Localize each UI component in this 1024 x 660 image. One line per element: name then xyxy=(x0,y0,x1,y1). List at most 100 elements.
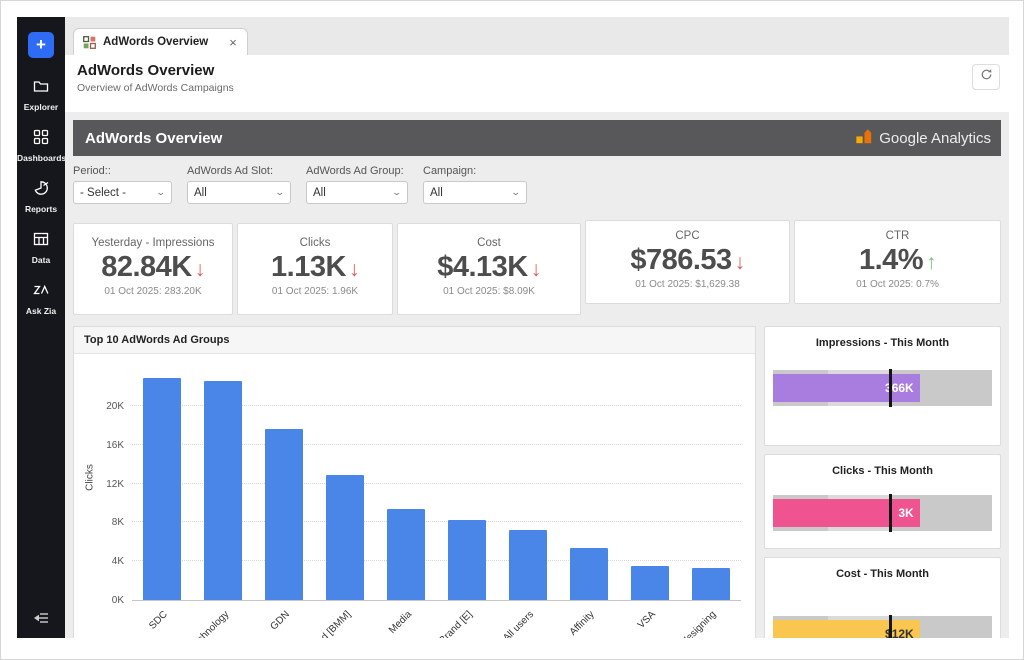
page-subtitle: Overview of AdWords Campaigns xyxy=(77,82,997,94)
chevron-down-icon: ⌄ xyxy=(511,187,522,198)
kpi-title: Cost xyxy=(398,237,580,249)
bar-chart-title: Top 10 AdWords Ad Groups xyxy=(74,327,755,354)
filter-adwords-ad-group: AdWords Ad Group: All ⌄ xyxy=(306,165,408,209)
create-new-button[interactable]: + xyxy=(28,32,54,58)
refresh-button[interactable] xyxy=(972,64,1000,90)
filter-period: Period::- Select -⌄ xyxy=(73,165,172,209)
bar-slot-sdc: SDC xyxy=(132,354,193,600)
y-axis-label: Clicks xyxy=(85,458,96,498)
filter-select-adwords-ad-slot[interactable]: All⌄ xyxy=(187,181,291,204)
zia-icon xyxy=(33,285,49,302)
bullet-value-label: 3K xyxy=(898,506,913,520)
bar-redesigning[interactable] xyxy=(692,568,730,600)
kpi-title: CPC xyxy=(586,230,789,242)
filter-select-adwords-ad-group[interactable]: All ⌄ xyxy=(306,181,408,204)
trend-down-icon: ↓ xyxy=(195,258,205,281)
kpi-title: Yesterday - Impressions xyxy=(74,237,232,249)
kpi-title: CTR xyxy=(795,230,1000,242)
filter-select-period[interactable]: - Select -⌄ xyxy=(73,181,172,204)
y-tick-label: 4K xyxy=(90,556,124,567)
dashboard-tile-icon xyxy=(83,36,96,49)
sidebar-item-label: Explorer xyxy=(17,102,65,112)
bullet-widgets-column: Impressions - This Month 366K Clicks - Thi… xyxy=(764,326,1001,638)
bar-affinity[interactable] xyxy=(570,548,608,600)
bullet-widget-title: Clicks - This Month xyxy=(765,465,1000,477)
kpi-card-clicks: Clicks1.13K↓01 Oct 2025: 1.96K xyxy=(237,223,393,315)
bar-merchandise-brand-bmm[interactable] xyxy=(326,475,364,600)
x-axis-label: Technology xyxy=(188,609,232,638)
sidebar-item-explorer[interactable]: Explorer xyxy=(17,78,65,112)
app-window: + Explorer Dashboards Reports Data Ask Zia A… xyxy=(17,17,1009,638)
bullet-widget-cost-this-month: Cost - This Month $12K xyxy=(764,557,1001,638)
bullet-value-bar[interactable]: 3K xyxy=(773,499,920,527)
x-axis-label: SDC xyxy=(148,609,171,632)
tab-close-icon[interactable]: × xyxy=(229,35,237,50)
kpi-row: Yesterday - Impressions82.84K↓01 Oct 202… xyxy=(73,220,1001,315)
widgets-row: Top 10 AdWords Ad Groups Clicks 0K4K8K12… xyxy=(73,326,1001,638)
table-icon xyxy=(33,234,49,251)
tab-adwords-overview[interactable]: AdWords Overview × xyxy=(73,28,248,55)
bar-sdc[interactable] xyxy=(143,378,181,600)
sidebar-item-label: Dashboards xyxy=(17,153,65,163)
y-tick-label: 16K xyxy=(90,440,124,451)
y-tick-label: 20K xyxy=(90,401,124,412)
sidebar-item-label: Data xyxy=(17,255,65,265)
bar-media[interactable] xyxy=(387,509,425,600)
bullet-track: 366K xyxy=(773,370,992,406)
bullet-value-bar[interactable]: 366K xyxy=(773,374,920,402)
page-header: AdWords Overview Overview of AdWords Cam… xyxy=(65,55,1009,112)
chevron-down-icon: ⌄ xyxy=(392,187,403,198)
bullet-target-marker xyxy=(889,494,892,532)
bullet-value-bar[interactable]: $12K xyxy=(773,620,920,638)
bar-all-users[interactable] xyxy=(509,530,547,600)
kpi-value: $4.13K↓ xyxy=(398,252,580,282)
kpi-comparison-note: 01 Oct 2025: 0.7% xyxy=(795,279,1000,290)
filter-select-campaign[interactable]: All⌄ xyxy=(423,181,527,204)
brand-badge: Google Analytics xyxy=(855,127,991,149)
kpi-comparison-note: 01 Oct 2025: 1.96K xyxy=(238,286,392,297)
x-axis-label: Media xyxy=(387,609,414,636)
banner-title: AdWords Overview xyxy=(85,130,222,147)
sidebar-item-reports[interactable]: Reports xyxy=(17,180,65,214)
sidebar-item-dashboards[interactable]: Dashboards xyxy=(17,129,65,163)
trend-down-icon: ↓ xyxy=(349,258,359,281)
bullet-widget-title: Impressions - This Month xyxy=(765,337,1000,349)
bar-vsa[interactable] xyxy=(631,566,669,600)
sidebar-item-data[interactable]: Data xyxy=(17,231,65,265)
kpi-value: $786.53↓ xyxy=(586,245,789,275)
sidebar-item-label: Reports xyxy=(17,204,65,214)
bar-gdn[interactable] xyxy=(265,429,303,600)
kpi-value-text: 1.13K xyxy=(271,251,346,283)
bar-chart-plot: 0K4K8K12K16K20KSDCTechnologyGDNMerchandi… xyxy=(132,354,741,601)
bullet-target-marker xyxy=(889,615,892,638)
dashboard-canvas: AdWords Overview Google Analytics Period… xyxy=(65,112,1009,638)
selected-value: - Select - xyxy=(80,187,126,199)
filter-label: AdWords Ad Slot: xyxy=(187,165,291,177)
bar-merchandise-brand-e[interactable] xyxy=(448,520,486,600)
dashboards-grid-icon xyxy=(33,132,49,149)
y-tick-label: 8K xyxy=(90,517,124,528)
bullet-widget-impressions-this-month: Impressions - This Month 366K xyxy=(764,326,1001,446)
selected-value: All xyxy=(313,187,326,199)
folder-icon xyxy=(33,81,49,98)
kpi-card-yesterday-impressions: Yesterday - Impressions82.84K↓01 Oct 202… xyxy=(73,223,233,315)
collapse-sidebar-button[interactable] xyxy=(17,611,65,630)
tab-strip: AdWords Overview × xyxy=(65,17,1009,55)
bar-slot-media: Media xyxy=(376,354,437,600)
refresh-icon xyxy=(980,68,993,86)
tab-label: AdWords Overview xyxy=(103,36,208,48)
bar-technology[interactable] xyxy=(204,381,242,600)
sidebar-item-label: Ask Zia xyxy=(17,306,65,316)
bar-slot-merchandise-brand-bmm: Merchandise - Brand [BMM] xyxy=(315,354,376,600)
filter-label: AdWords Ad Group: xyxy=(306,165,408,177)
sidebar-nav: Explorer Dashboards Reports Data Ask Zia xyxy=(17,78,65,333)
x-axis-label: Affinity xyxy=(568,609,597,638)
main-area: AdWords Overview × AdWords Overview Over… xyxy=(65,17,1009,638)
kpi-comparison-note: 01 Oct 2025: 283.20K xyxy=(74,286,232,297)
bar-slot-technology: Technology xyxy=(193,354,254,600)
bullet-track: 3K xyxy=(773,495,992,531)
bar-chart-widget: Top 10 AdWords Ad Groups Clicks 0K4K8K12… xyxy=(73,326,756,638)
sidebar-item-ask-zia[interactable]: Ask Zia xyxy=(17,282,65,316)
google-analytics-icon xyxy=(855,127,873,149)
bullet-widget-title: Cost - This Month xyxy=(765,568,1000,580)
